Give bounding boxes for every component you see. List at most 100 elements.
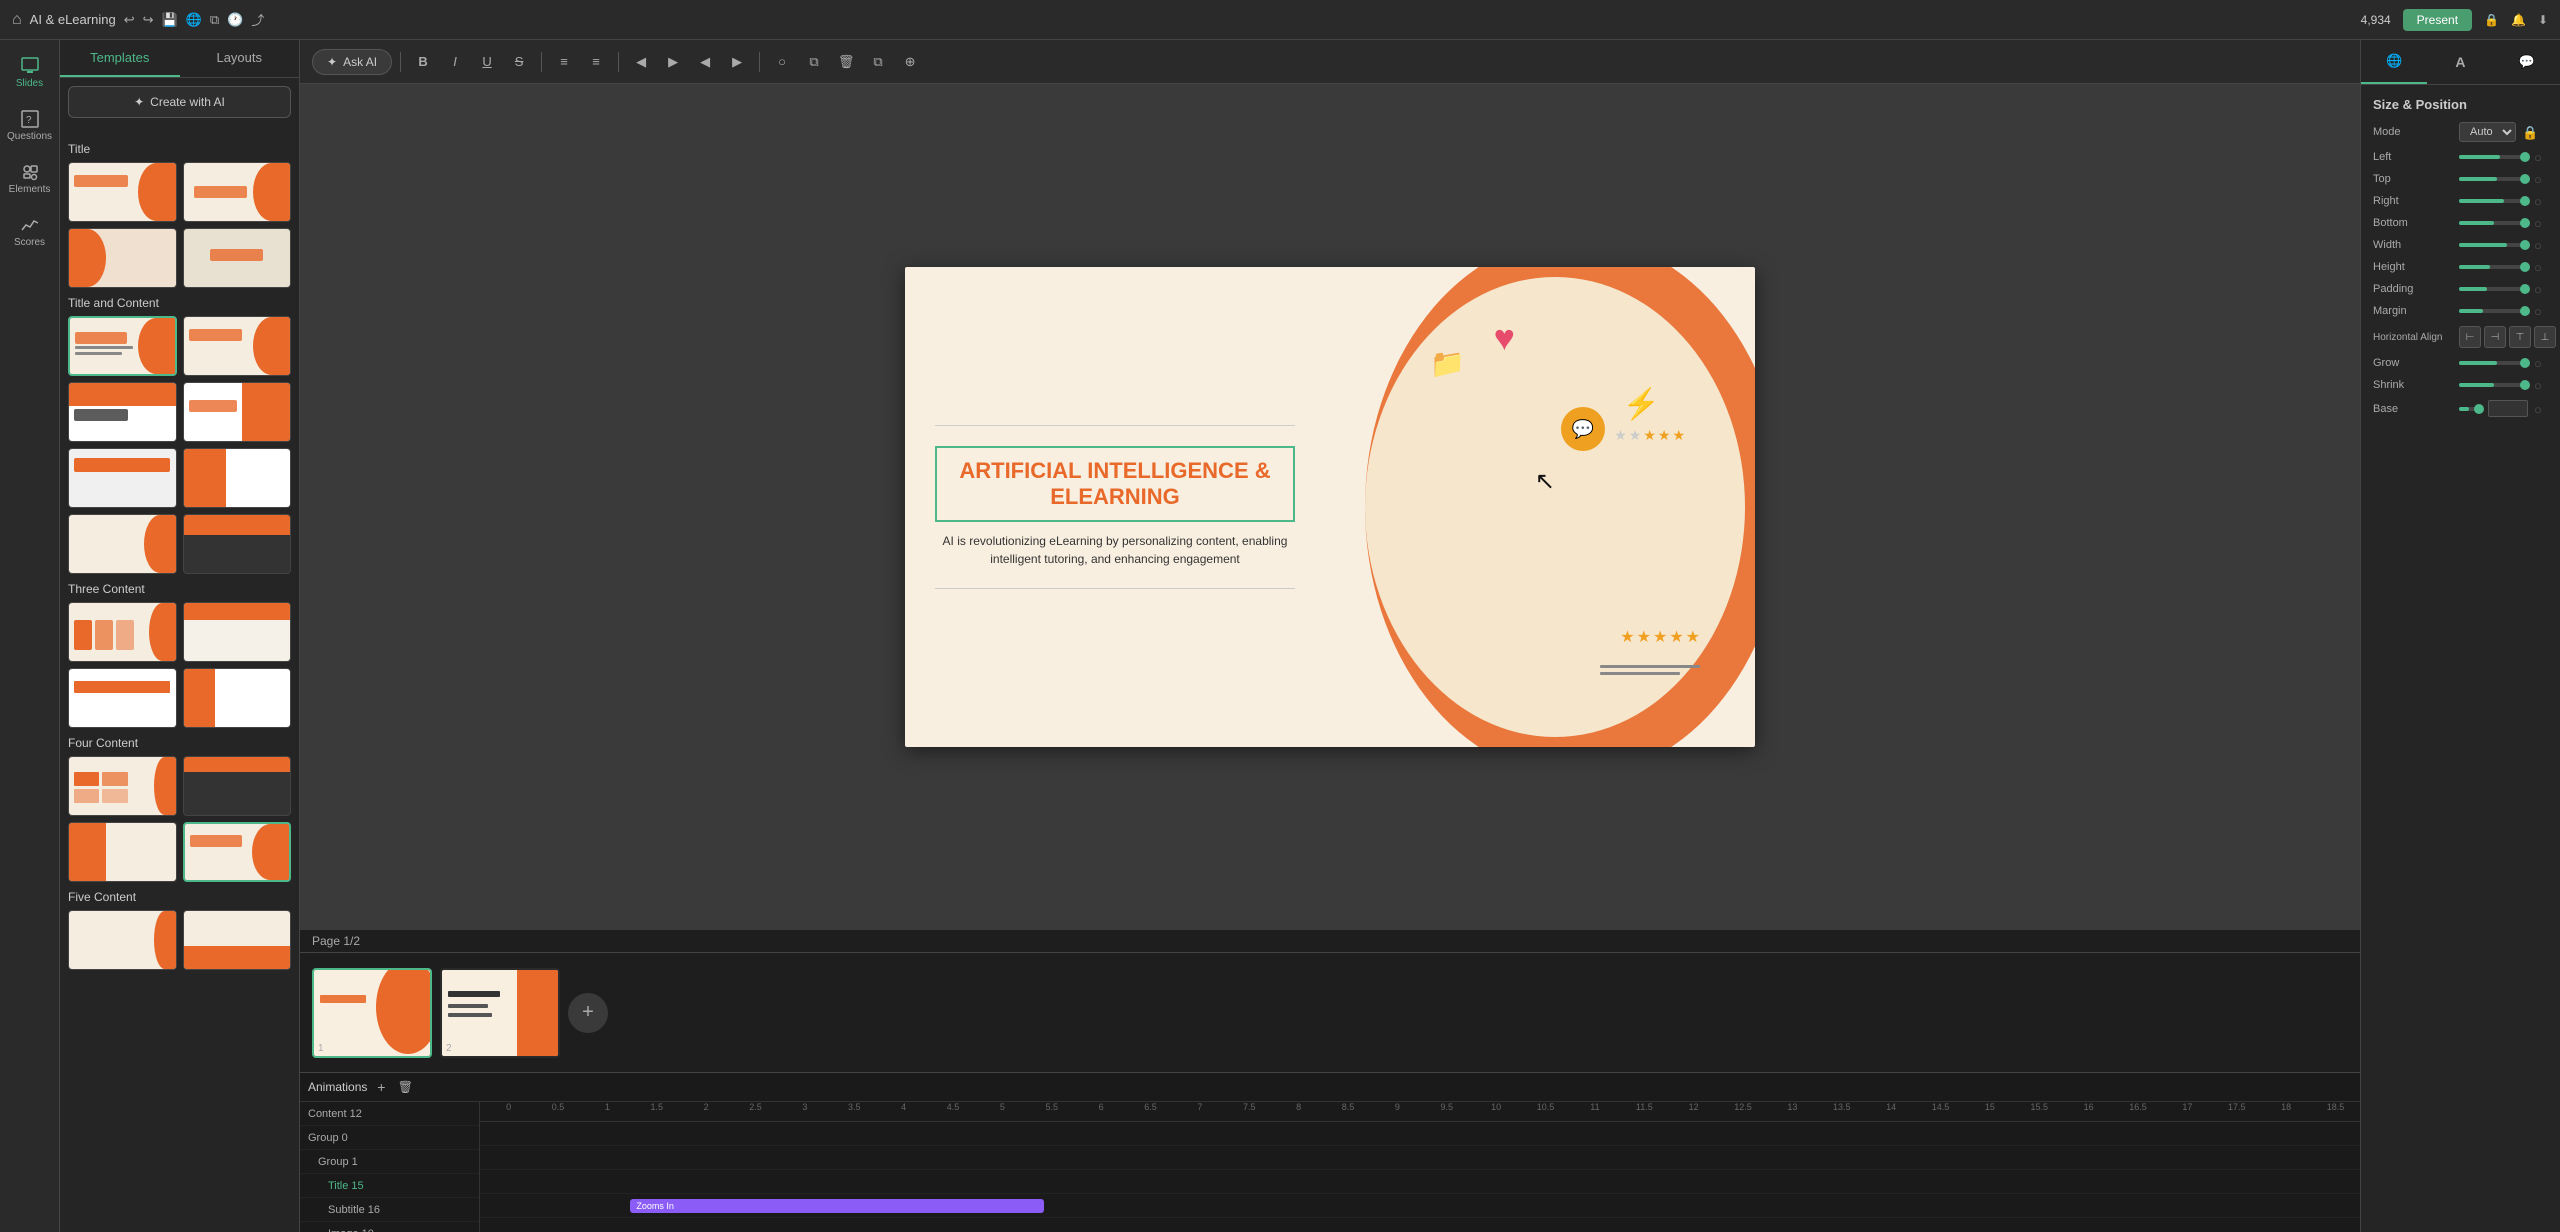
template-4c-1[interactable]: [68, 756, 177, 816]
italic-button[interactable]: I: [441, 48, 469, 76]
align-justify-button[interactable]: ▶: [723, 48, 751, 76]
template-tc-2[interactable]: [183, 316, 292, 376]
folder-decoration: 📁: [1430, 347, 1465, 380]
template-5c-2[interactable]: [183, 910, 292, 970]
template-tc-6[interactable]: [183, 448, 292, 508]
share-icon[interactable]: ⤴: [251, 10, 264, 29]
present-button[interactable]: Present: [2403, 9, 2472, 31]
mode-select[interactable]: Auto: [2459, 122, 2516, 142]
save-icon[interactable]: 💾: [162, 12, 178, 28]
template-title-3[interactable]: [68, 228, 177, 288]
template-3c-4[interactable]: [183, 668, 292, 728]
bottom-slider[interactable]: [2459, 221, 2528, 225]
slide-thumb-2[interactable]: 2: [440, 968, 560, 1058]
tab-templates[interactable]: Templates: [60, 40, 180, 77]
template-3c-2[interactable]: [183, 602, 292, 662]
align-right-button[interactable]: ◀: [691, 48, 719, 76]
strikethrough-button[interactable]: S: [505, 48, 533, 76]
padding-lock[interactable]: ○: [2534, 282, 2548, 296]
create-ai-button[interactable]: ✦ Create with AI: [68, 86, 291, 118]
template-title-4[interactable]: [183, 228, 292, 288]
mode-lock-icon[interactable]: 🔒: [2522, 125, 2536, 139]
bold-button[interactable]: B: [409, 48, 437, 76]
template-tc-5[interactable]: [68, 448, 177, 508]
top-lock[interactable]: ○: [2534, 172, 2548, 186]
timeline-delete-button[interactable]: 🗑: [395, 1077, 415, 1097]
template-4c-3[interactable]: [68, 822, 177, 882]
align-right-icon[interactable]: ⊤: [2509, 326, 2531, 348]
template-4c-4[interactable]: [183, 822, 292, 882]
delete-button[interactable]: 🗑: [832, 48, 860, 76]
template-tc-3[interactable]: [68, 382, 177, 442]
home-icon[interactable]: ⌂: [12, 11, 22, 29]
right-lock[interactable]: ○: [2534, 194, 2548, 208]
bell-icon[interactable]: 🔔: [2511, 13, 2526, 27]
shape-button[interactable]: ○: [768, 48, 796, 76]
layers-icon[interactable]: ⧉: [210, 12, 219, 28]
animation-bar-title15[interactable]: Zooms In: [630, 1199, 1044, 1213]
padding-slider[interactable]: [2459, 287, 2528, 291]
list-ordered-button[interactable]: ≡: [582, 48, 610, 76]
template-title-1[interactable]: [68, 162, 177, 222]
sidebar-item-questions[interactable]: ? Questions: [4, 101, 56, 150]
ask-ai-button[interactable]: ✦ Ask AI: [312, 49, 392, 75]
template-tc-8[interactable]: [183, 514, 292, 574]
sidebar-item-slides[interactable]: Slides: [4, 48, 56, 97]
grow-slider[interactable]: [2459, 361, 2528, 365]
width-lock[interactable]: ○: [2534, 238, 2548, 252]
height-lock[interactable]: ○: [2534, 260, 2548, 274]
clock-icon[interactable]: 🕐: [227, 12, 243, 28]
align-left-icon[interactable]: ⊢: [2459, 326, 2481, 348]
right-panel-text-icon[interactable]: A: [2427, 40, 2493, 84]
topbar-history-icons: ↩ ↪: [124, 12, 154, 28]
more-button[interactable]: ⊕: [896, 48, 924, 76]
track-title15[interactable]: Title 15: [300, 1174, 479, 1198]
template-3c-1[interactable]: [68, 602, 177, 662]
list-unordered-button[interactable]: ≡: [550, 48, 578, 76]
base-slider[interactable]: [2459, 407, 2482, 411]
slide-thumb-1[interactable]: 1: [312, 968, 432, 1058]
template-tc-4[interactable]: [183, 382, 292, 442]
template-title-2[interactable]: [183, 162, 292, 222]
margin-lock[interactable]: ○: [2534, 304, 2548, 318]
template-4c-2[interactable]: [183, 756, 292, 816]
redo-icon[interactable]: ↪: [143, 12, 154, 28]
height-slider[interactable]: [2459, 265, 2528, 269]
right-slider[interactable]: [2459, 199, 2528, 203]
globe-icon[interactable]: 🌐: [186, 12, 202, 28]
left-lock[interactable]: ○: [2534, 150, 2548, 164]
grow-lock[interactable]: ○: [2534, 356, 2548, 370]
group-button[interactable]: ⧉: [864, 48, 892, 76]
align-center-button[interactable]: ▶: [659, 48, 687, 76]
align-center-icon[interactable]: ⊣: [2484, 326, 2506, 348]
duplicate-button[interactable]: ⧉: [800, 48, 828, 76]
right-panel-chat-icon[interactable]: 💬: [2494, 40, 2560, 84]
left-slider[interactable]: [2459, 155, 2528, 159]
top-slider[interactable]: [2459, 177, 2528, 181]
shrink-slider[interactable]: [2459, 383, 2528, 387]
sidebar-item-scores[interactable]: Scores: [4, 207, 56, 256]
template-tc-1[interactable]: [68, 316, 177, 376]
template-tc-7[interactable]: [68, 514, 177, 574]
template-3c-3[interactable]: [68, 668, 177, 728]
width-slider[interactable]: [2459, 243, 2528, 247]
bottom-lock[interactable]: ○: [2534, 216, 2548, 230]
shrink-lock[interactable]: ○: [2534, 378, 2548, 392]
lock-icon[interactable]: 🔒: [2484, 13, 2499, 27]
right-panel-globe-icon[interactable]: 🌐: [2361, 40, 2427, 84]
template-5c-1[interactable]: [68, 910, 177, 970]
align-left-button[interactable]: ◀: [627, 48, 655, 76]
download-icon[interactable]: ⬇: [2538, 13, 2548, 27]
stars-bottom: ★ ★ ★ ★ ★: [1620, 627, 1700, 647]
margin-slider[interactable]: [2459, 309, 2528, 313]
timeline-add-button[interactable]: +: [371, 1077, 391, 1097]
canvas-area[interactable]: ★ ★ ★ ★ ★ ★ ★ ★ ★ ★: [300, 84, 2360, 930]
underline-button[interactable]: U: [473, 48, 501, 76]
sidebar-item-elements[interactable]: Elements: [4, 154, 56, 203]
add-slide-button[interactable]: +: [568, 993, 608, 1033]
base-lock[interactable]: ○: [2534, 402, 2548, 416]
base-input[interactable]: [2488, 400, 2528, 417]
align-justify-icon[interactable]: ⊥: [2534, 326, 2556, 348]
undo-icon[interactable]: ↩: [124, 12, 135, 28]
tab-layouts[interactable]: Layouts: [180, 40, 300, 77]
